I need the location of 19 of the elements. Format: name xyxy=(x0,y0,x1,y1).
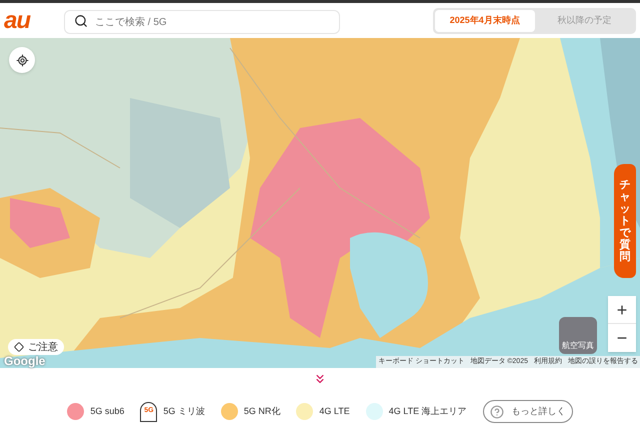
target-icon xyxy=(16,54,28,66)
search-icon xyxy=(74,14,88,28)
legend-label: 4G LTE xyxy=(319,404,350,418)
date-tab[interactable]: 2025年4月末時点 xyxy=(435,10,534,32)
au-logo[interactable]: au xyxy=(4,8,44,32)
legend-label: 5G NR化 xyxy=(244,404,280,418)
warning-icon xyxy=(14,342,24,352)
caution-button[interactable]: ご注意 xyxy=(8,339,64,355)
legend-label: 5G ミリ波 xyxy=(163,404,205,418)
zoom-out-button[interactable]: − xyxy=(608,324,636,352)
google-logo: Google xyxy=(4,353,46,370)
aerial-photo-button[interactable]: 航空写真 xyxy=(559,317,597,354)
search-field[interactable]: ここで検索 / 5G xyxy=(64,10,340,34)
legend-label: 4G LTE 海上エリア xyxy=(388,404,467,418)
chat-tab[interactable]: チャットで質問 xyxy=(614,164,636,278)
zoom-in-button[interactable]: + xyxy=(608,296,636,324)
legend-label: 5G sub6 xyxy=(90,404,124,418)
help-icon xyxy=(490,404,504,418)
more-details-button[interactable]: もっと詳しく xyxy=(482,400,573,423)
